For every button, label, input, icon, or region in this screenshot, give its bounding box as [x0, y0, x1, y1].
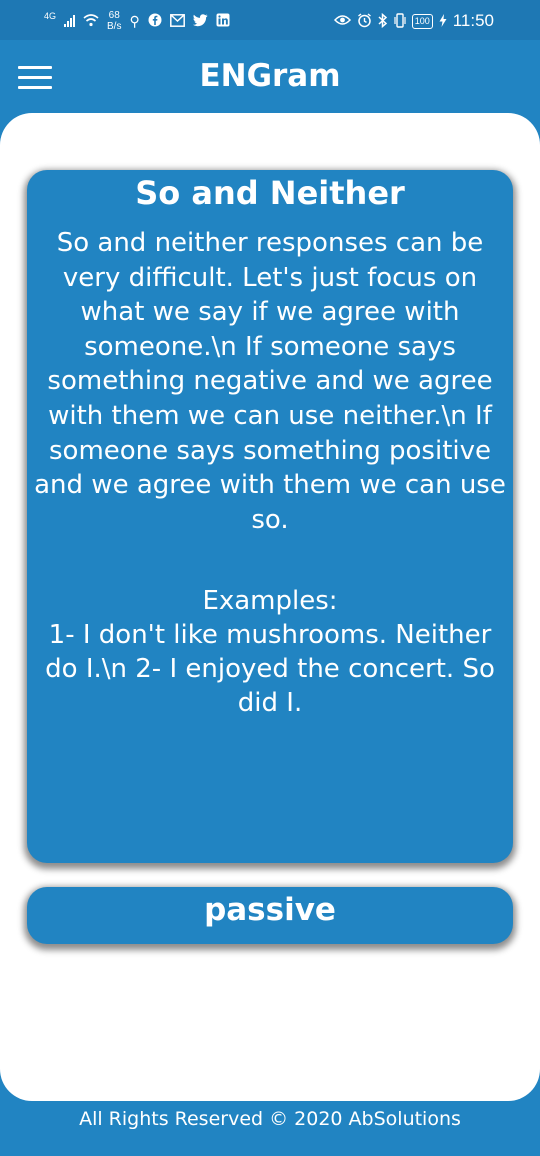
signal-icon [64, 15, 76, 27]
linkedin-icon [216, 13, 230, 29]
eye-icon [333, 14, 351, 28]
alarm-icon [357, 12, 372, 30]
charging-icon [439, 13, 447, 29]
usb-icon: ⚲ [129, 13, 140, 29]
wifi-icon [83, 13, 99, 29]
clock-time: 11:50 [452, 11, 494, 30]
vibrate-icon [394, 12, 406, 30]
lesson-body: So and neither responses can be very dif… [34, 228, 506, 535]
main-content: So and Neither So and neither responses … [0, 113, 540, 1101]
status-left-group: 4G 68 B/s ⚲ [44, 8, 230, 34]
examples-text: 1- I don't like mushrooms. Neither do I.… [45, 620, 495, 718]
lesson-card: So and Neither So and neither responses … [27, 170, 513, 863]
status-right-group: 100 11:50 [333, 8, 494, 34]
network-speed: 68 B/s [107, 10, 121, 32]
gmail-icon [169, 13, 185, 29]
lesson-examples: Examples: 1- I don't like mushrooms. Nei… [31, 584, 509, 720]
battery-icon: 100 [411, 13, 433, 29]
next-topic-button[interactable]: passive [27, 887, 513, 944]
facebook-icon [148, 13, 162, 29]
bluetooth-icon [378, 12, 388, 30]
twitter-icon [192, 13, 208, 29]
examples-heading: Examples: [202, 586, 338, 616]
network-speed-value: 68 [108, 10, 120, 21]
footer-copyright: All Rights Reserved © 2020 AbSolutions [79, 1108, 461, 1130]
status-bar: 4G 68 B/s ⚲ 100 11:50 [0, 0, 540, 40]
network-speed-unit: B/s [107, 21, 122, 32]
network-type: 4G [44, 11, 57, 21]
lesson-title: So and Neither [135, 174, 405, 212]
app-title: ENGram [199, 58, 341, 94]
app-bar: ENGram [0, 40, 540, 114]
